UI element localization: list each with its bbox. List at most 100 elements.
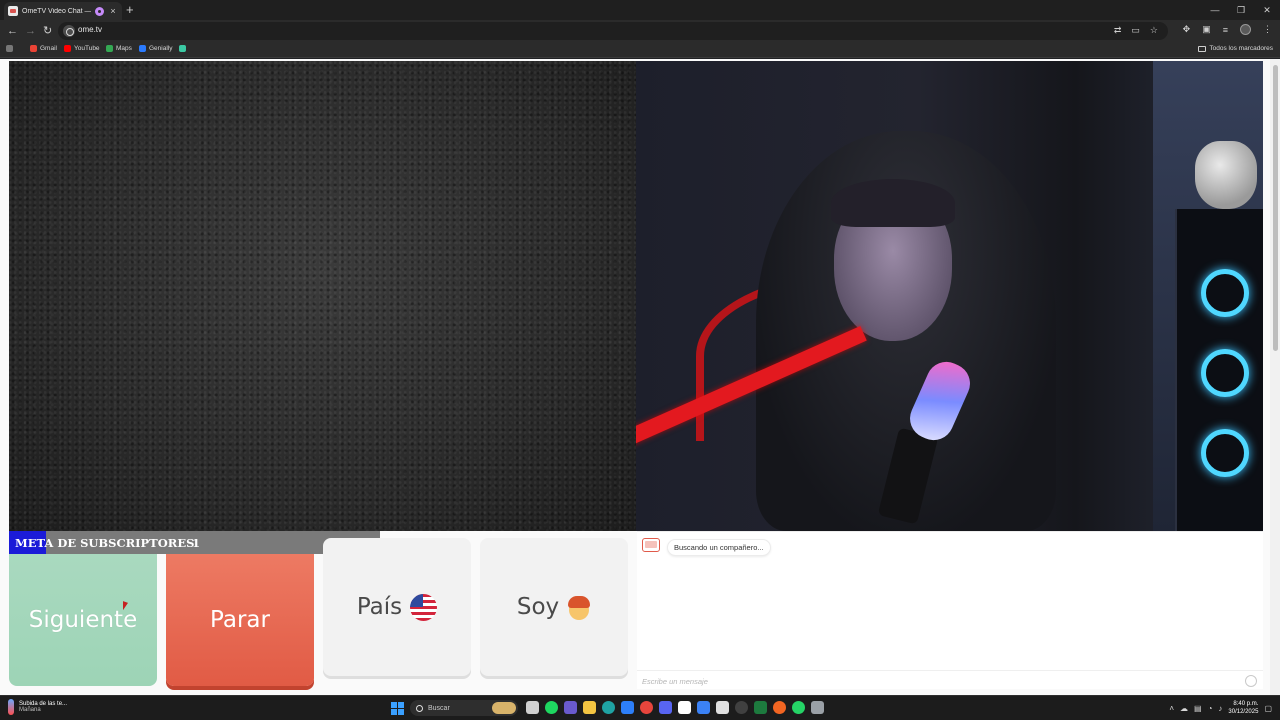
taskbar-apps	[526, 701, 824, 714]
bookmarks-bar: Gmail YouTube Maps Genially Todos los ma…	[0, 42, 1280, 58]
bookmark-gmail[interactable]: Gmail	[30, 45, 57, 52]
taskbar-search[interactable]: Buscar	[410, 700, 518, 716]
bookmark-label: YouTube	[74, 45, 100, 52]
window-controls: — ❐ ✕	[1202, 0, 1280, 20]
rgb-fan-icon	[1201, 269, 1249, 317]
pc-case	[1175, 209, 1263, 531]
reload-icon[interactable]: ↻	[43, 24, 52, 38]
url-text[interactable]: ome.tv	[78, 25, 102, 34]
all-bookmarks-label: Todos los marcadores	[1209, 45, 1273, 52]
excel-icon[interactable]	[754, 701, 767, 714]
country-label: País	[356, 594, 403, 620]
photos-icon[interactable]	[697, 701, 710, 714]
file-explorer-icon[interactable]	[583, 701, 596, 714]
youtube-icon	[64, 45, 71, 52]
site-info-icon[interactable]	[63, 25, 75, 37]
firefox-icon[interactable]	[773, 701, 786, 714]
chat-status-message: Buscando un compañero...	[667, 539, 771, 556]
bookmark-youtube[interactable]: YouTube	[64, 45, 100, 52]
notepad-icon[interactable]	[678, 701, 691, 714]
bookmark-maps[interactable]: Maps	[106, 45, 132, 52]
ometv-logo-icon	[642, 538, 660, 552]
own-webcam-video	[636, 61, 1263, 531]
app-tray-icon[interactable]: ▤	[1194, 704, 1202, 713]
chat-input-row	[637, 670, 1263, 690]
emoji-smiley-icon[interactable]	[1245, 675, 1257, 687]
obs-icon[interactable]	[735, 701, 748, 714]
extensions-icon[interactable]: ✥	[1183, 24, 1191, 35]
chat-message-input[interactable]	[642, 674, 1232, 688]
country-selector-button[interactable]: País	[323, 538, 471, 676]
bookmark-extra[interactable]	[179, 45, 186, 52]
windows-start-icon[interactable]	[391, 702, 404, 715]
discord-icon[interactable]	[659, 701, 672, 714]
media-control-icon[interactable]: ≡	[1223, 25, 1228, 35]
store-icon[interactable]	[621, 701, 634, 714]
gender-selector-button[interactable]: Soy	[480, 538, 628, 676]
bookmark-genially[interactable]: Genially	[139, 45, 172, 52]
folder-icon	[1198, 45, 1207, 52]
mouse-cursor-icon	[123, 601, 128, 612]
side-panel-icon[interactable]: ▣	[1202, 24, 1211, 35]
chevron-up-icon[interactable]: ˄	[1169, 704, 1174, 713]
weather-line-2: Mañana	[19, 707, 41, 713]
capcut-icon[interactable]	[716, 701, 729, 714]
close-window-button[interactable]: ✕	[1254, 0, 1280, 20]
rgb-fan-icon	[1201, 349, 1249, 397]
cast-icon[interactable]: ▭	[1131, 25, 1140, 36]
menu-kebab-icon[interactable]: ⋮	[1263, 24, 1272, 35]
browser-tab-strip: OmeTV Video Chat — Ome × + — ❐ ✕	[0, 0, 1280, 20]
rgb-fan-icon	[1201, 429, 1249, 477]
copilot-icon[interactable]	[564, 701, 577, 714]
stop-button[interactable]: Parar	[166, 554, 314, 686]
browser-tab-ometv[interactable]: OmeTV Video Chat — Ome ×	[4, 2, 122, 20]
maps-icon	[106, 45, 113, 52]
tab-close-icon[interactable]: ×	[108, 6, 118, 16]
search-icon	[416, 704, 423, 712]
bookmark-label: Gmail	[40, 45, 57, 52]
translate-icon[interactable]: ⇄	[1114, 25, 1122, 36]
weather-widget[interactable]: Subida de las te... Mañana	[8, 699, 67, 715]
address-bar[interactable]: ome.tv ⇄ ▭ ☆	[58, 22, 1168, 40]
spotify-icon[interactable]	[545, 701, 558, 714]
whatsapp-icon[interactable]	[792, 701, 805, 714]
bookmark-app-icon	[179, 45, 186, 52]
profile-avatar[interactable]	[1240, 24, 1251, 35]
forward-arrow-icon[interactable]: →	[25, 24, 36, 38]
minimize-button[interactable]: —	[1202, 0, 1228, 20]
all-bookmarks-button[interactable]: Todos los marcadores	[1198, 45, 1273, 52]
chrome-icon[interactable]	[640, 701, 653, 714]
clock[interactable]: 8:40 p.m. 30/12/2025	[1228, 700, 1258, 716]
task-view-icon[interactable]	[526, 701, 539, 714]
bookmark-label: Maps	[116, 45, 132, 52]
goal-label: META DE SUBSCRIPTORES	[15, 536, 195, 550]
cloud-icon[interactable]: ☁	[1180, 704, 1188, 713]
stop-button-label: Parar	[210, 607, 270, 633]
gender-label: Soy	[516, 594, 560, 620]
goal-current: 1	[192, 536, 201, 550]
genially-icon	[139, 45, 146, 52]
thermometer-icon	[8, 699, 14, 715]
next-button-label: Siguiente	[28, 607, 138, 633]
ometv-page: META DE SUBSCRIPTORES 1 10 Siguiente Par…	[0, 59, 1280, 695]
volume-icon[interactable]: ♪	[1218, 704, 1222, 713]
app-icon[interactable]	[811, 701, 824, 714]
page-scrollbar[interactable]	[1270, 59, 1280, 695]
notifications-icon[interactable]: ▢	[1264, 704, 1272, 713]
tab-title: OmeTV Video Chat — Ome	[22, 7, 91, 15]
back-arrow-icon[interactable]: ←	[7, 24, 18, 38]
omnibox-actions: ⇄ ▭ ☆	[1114, 25, 1158, 36]
apps-grid-icon[interactable]	[6, 45, 13, 52]
maximize-button[interactable]: ❐	[1228, 0, 1254, 20]
date: 30/12/2025	[1228, 709, 1259, 715]
next-button[interactable]: Siguiente	[9, 554, 157, 686]
edge-icon[interactable]	[602, 701, 615, 714]
wifi-icon[interactable]: ◔	[1208, 704, 1213, 713]
bookmark-star-icon[interactable]: ☆	[1150, 25, 1158, 36]
scrollbar-thumb[interactable]	[1273, 65, 1278, 351]
recording-indicator-icon	[95, 6, 104, 16]
browser-toolbar: ← → ↻ ome.tv ⇄ ▭ ☆ ✥ ▣ ≡ ⋮	[0, 20, 1280, 42]
new-tab-button[interactable]: +	[126, 3, 134, 16]
ometv-favicon-icon	[8, 6, 18, 16]
us-flag-icon	[410, 593, 438, 621]
